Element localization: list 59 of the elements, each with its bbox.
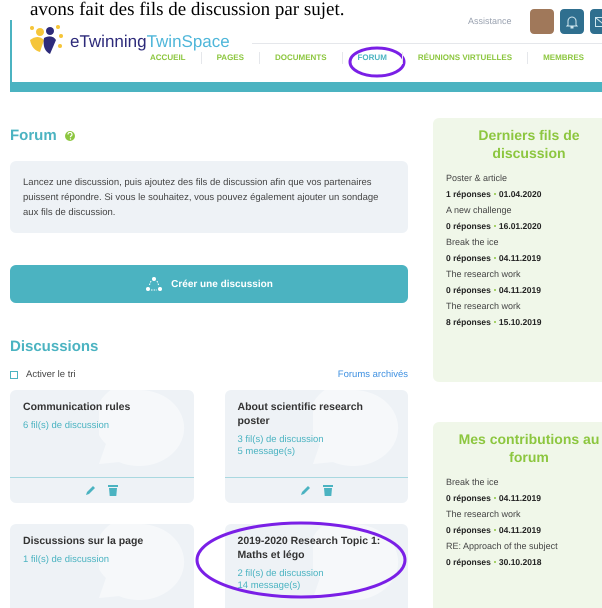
checkbox-label: Activer le tri [26, 368, 76, 382]
discussion-card[interactable]: About scientific research poster 3 fil(s) de discussion 5 message(s) [224, 390, 408, 503]
card-title: Communication rules [23, 400, 132, 414]
thread-date: 01.04.2020 [498, 188, 542, 200]
discussion-card[interactable]: 2019-2020 Research Topic 1: Maths et légo 2 fil(s) de discussion 14 message(s) [224, 524, 408, 608]
reply-count: 0 réponses [446, 284, 491, 296]
thread-date: 04.11.2019 [498, 284, 541, 296]
panel-title: Mes contributions au forum [458, 430, 600, 466]
notifications-button[interactable] [560, 9, 584, 34]
discussion-card[interactable]: Communication rules 6 fil(s) de discussion [10, 390, 194, 503]
thread-date: 15.10.2019 [498, 316, 542, 328]
thread-link[interactable]: Break the ice [446, 236, 602, 248]
card-stat: 6 fil(s) de discussion [23, 420, 110, 432]
thread-date: 04.11.2019 [498, 524, 541, 536]
card-title: 2019-2020 Research Topic 1: Maths et légo [238, 534, 382, 562]
card-stat: 14 message(s) [238, 580, 302, 592]
card-stat: 5 message(s) [238, 446, 296, 458]
card-stat: 1 fil(s) de discussion [23, 554, 110, 566]
reply-count: 0 réponses [446, 220, 491, 232]
card-stat: 2 fil(s) de discussion [238, 568, 325, 580]
card-stat: 3 fil(s) de discussion [238, 434, 325, 446]
bell-icon [566, 14, 578, 28]
thread-date: 30.10.2018 [498, 556, 542, 568]
section-title: Discussions [10, 337, 100, 354]
annotation-ellipse [348, 46, 406, 78]
thread-link[interactable]: The research work [446, 300, 602, 312]
pencil-icon[interactable] [300, 485, 311, 496]
reply-count: 0 réponses [446, 252, 491, 264]
thread-link[interactable]: The research work [446, 268, 602, 280]
reply-count: 0 réponses [446, 492, 491, 504]
discussion-card[interactable]: Discussions sur la page 1 fil(s) de discussion [10, 524, 194, 608]
reply-count: 1 réponses [446, 188, 491, 200]
thread-date: 16.01.2020 [498, 220, 542, 232]
thread-link[interactable]: Break the ice [446, 476, 602, 488]
people-circle-icon [145, 276, 164, 292]
thread-link[interactable]: Poster & article [446, 172, 602, 184]
trash-icon[interactable] [322, 485, 333, 496]
thread-link[interactable]: RE: Approach of the subject [446, 540, 602, 552]
logo-text: eTwinning [70, 31, 147, 54]
reply-count: 0 réponses [446, 524, 491, 536]
help-icon[interactable] [64, 131, 75, 141]
thread-link[interactable]: A new challenge [446, 204, 602, 216]
caption-text: avons fait des fils de discussion par sujet. [29, 0, 346, 20]
thread-date: 04.11.2019 [498, 252, 541, 264]
sort-checkbox[interactable] [10, 371, 18, 379]
card-title: About scientific research poster [238, 400, 364, 428]
avatar-placeholder [530, 9, 554, 34]
info-text: Lancez une discussion, puis ajoutez des fils de discussion afin que vos partenaires puissent répondre. Si vous le souhaitez, vous pouvez également ajouter un sondage aux fils de discussion. [23, 176, 380, 220]
reply-count: 0 réponses [446, 556, 491, 568]
panel-title: Derniers fils de discussion [477, 126, 581, 162]
trash-icon[interactable] [108, 485, 118, 496]
archived-forums-link[interactable]: Forums archivés [338, 368, 408, 382]
logo-text: TwinSpace [146, 31, 230, 54]
thread-link[interactable]: The research work [446, 508, 602, 520]
reply-count: 8 réponses [446, 316, 491, 328]
page-title: Forum [10, 126, 57, 146]
pencil-icon[interactable] [85, 485, 96, 496]
thread-date: 04.11.2019 [498, 492, 541, 504]
card-title: Discussions sur la page [23, 534, 144, 548]
